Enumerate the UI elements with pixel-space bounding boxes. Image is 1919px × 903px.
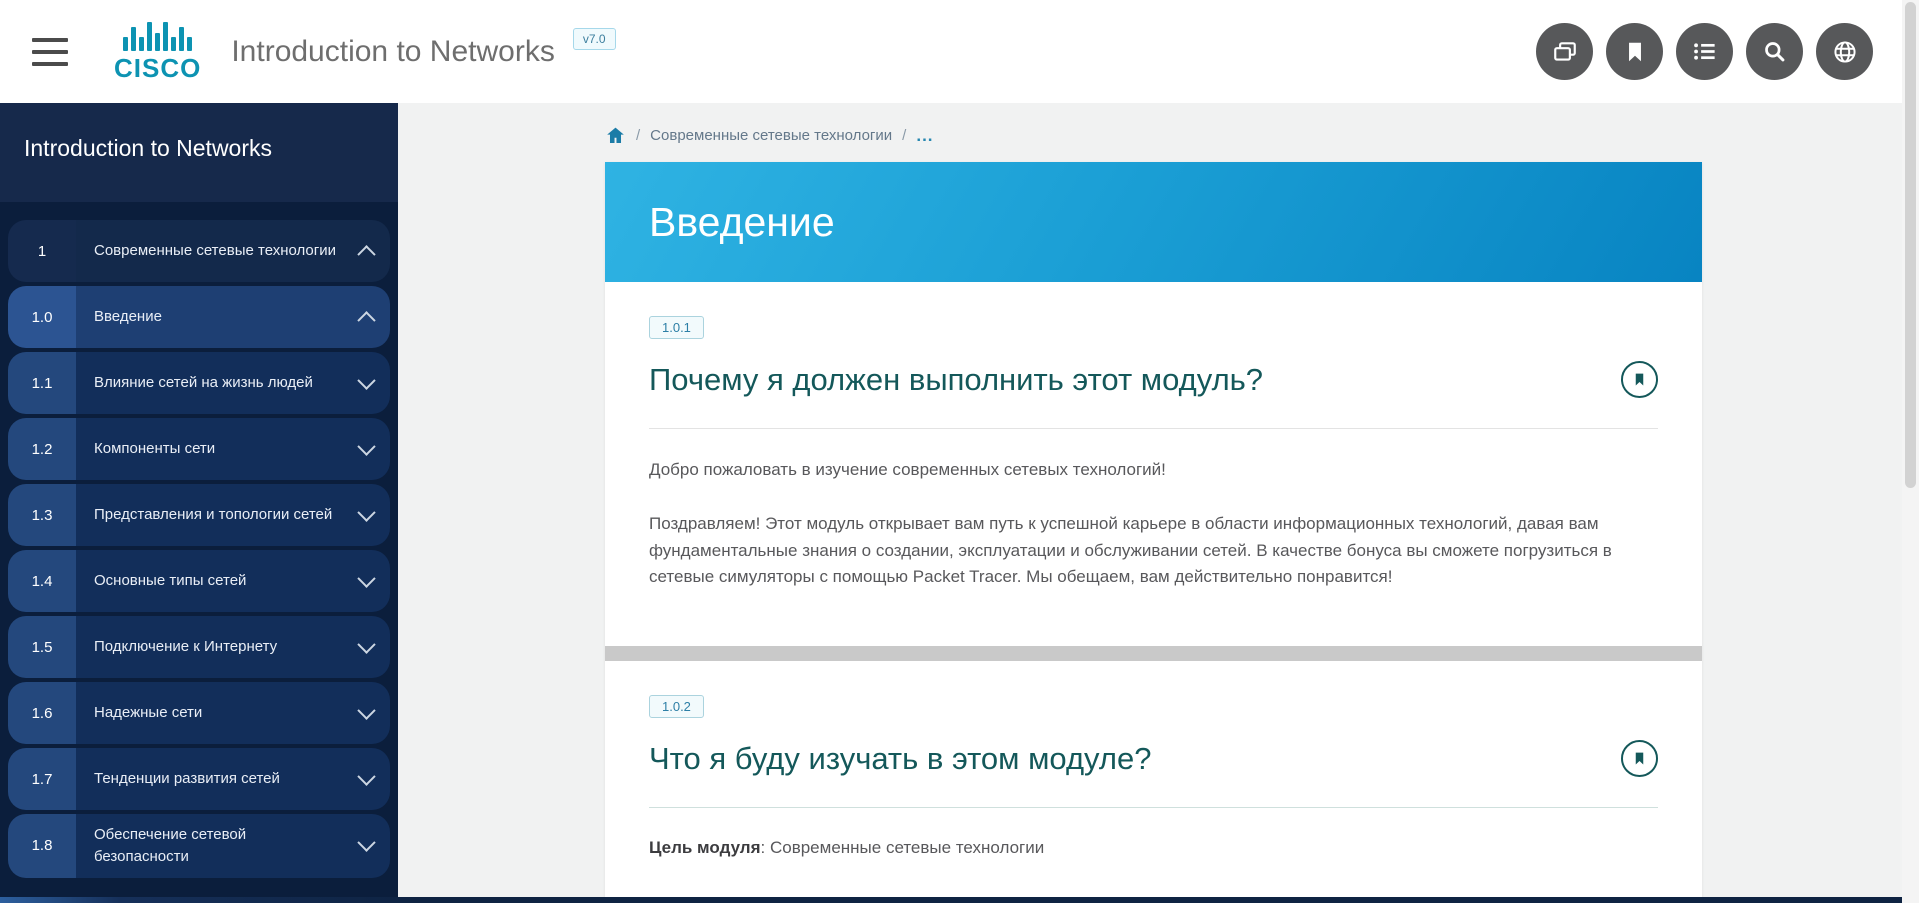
sidebar-item-1-8[interactable]: 1.8 Обеспечение сетевой безопасности [8,814,390,878]
chevron-up-icon [342,286,390,348]
sidebar-course-title: Introduction to Networks [24,135,374,162]
topic-section-1-0-2: 1.0.2 Что я буду изучать в этом модуле? … [605,661,1702,903]
chevron-down-icon [342,748,390,810]
page-scrollbar[interactable] [1902,0,1919,903]
cisco-logo-text: CISCO [114,53,201,84]
app-header: CISCO Introduction to Networks v7.0 [0,0,1919,103]
sidebar-item-1-1[interactable]: 1.1 Влияние сетей на жизнь людей [8,352,390,414]
item-label: Основные типы сетей [76,550,342,612]
sidebar-item-1-5[interactable]: 1.5 Подключение к Интернету [8,616,390,678]
chevron-down-icon [342,352,390,414]
chevron-down-icon [342,814,390,878]
scrollbar-thumb[interactable] [1905,2,1916,488]
module-goal-text: : Современные сетевые технологии [761,838,1045,857]
item-number: 1.6 [8,682,76,744]
sidebar-nav-list: 1 Современные сетевые технологии 1.0 Вве… [0,202,398,878]
chevron-down-icon [342,418,390,480]
breadcrumb-ellipsis[interactable]: ... [916,126,933,146]
item-label: Компоненты сети [76,418,342,480]
item-number: 1.1 [8,352,76,414]
topic-badge: 1.0.1 [649,316,704,339]
breadcrumb-separator: / [636,127,640,144]
section-banner: Введение [605,162,1702,282]
banner-title: Введение [605,199,835,246]
version-badge: v7.0 [573,28,616,50]
globe-icon[interactable] [1816,23,1873,80]
chevron-down-icon [342,550,390,612]
course-sidebar: Introduction to Networks 1 Современные с… [0,103,398,897]
sidebar-item-1-4[interactable]: 1.4 Основные типы сетей [8,550,390,612]
sidebar-item-1-6[interactable]: 1.6 Надежные сети [8,682,390,744]
sidebar-item-1-3[interactable]: 1.3 Представления и топологии сетей [8,484,390,546]
bookmark-topic-button[interactable] [1621,740,1658,777]
item-label: Современные сетевые технологии [76,220,342,282]
module-goal-line: Цель модуля: Современные сетевые техноло… [649,838,1658,858]
sidebar-item-module-1[interactable]: 1 Современные сетевые технологии [8,220,390,282]
breadcrumb-separator: / [902,127,906,144]
sidebar-item-1-0[interactable]: 1.0 Введение [8,286,390,348]
footer-top-edge [0,897,1919,903]
item-number: 1.8 [8,814,76,878]
topic-paragraph: Поздравляем! Этот модуль открывает вам п… [649,511,1658,590]
module-goal-label: Цель модуля [649,838,761,857]
home-icon[interactable] [605,125,626,146]
topic-badge: 1.0.2 [649,695,704,718]
pages-icon[interactable] [1536,23,1593,80]
item-label: Надежные сети [76,682,342,744]
item-number: 1.7 [8,748,76,810]
chevron-down-icon [342,484,390,546]
sidebar-header: Introduction to Networks [0,103,398,202]
section-divider [605,646,1702,661]
item-number: 1.2 [8,418,76,480]
topic-title: Что я буду изучать в этом модуле? [649,741,1151,777]
sidebar-item-1-7[interactable]: 1.7 Тенденции развития сетей [8,748,390,810]
bookmark-icon[interactable] [1606,23,1663,80]
topic-paragraph: Добро пожаловать в изучение современных … [649,457,1658,483]
main-content: / Современные сетевые технологии / ... В… [398,103,1902,903]
sidebar-item-1-2[interactable]: 1.2 Компоненты сети [8,418,390,480]
course-title: Introduction to Networks [231,35,554,69]
chevron-down-icon [342,682,390,744]
item-number: 1.5 [8,616,76,678]
item-label: Введение [76,286,342,348]
chevron-down-icon [342,616,390,678]
breadcrumb: / Современные сетевые технологии / ... [398,103,1902,146]
hamburger-menu-icon[interactable] [32,38,68,66]
item-number: 1 [8,220,76,282]
item-label: Подключение к Интернету [76,616,342,678]
item-number: 1.0 [8,286,76,348]
item-number: 1.3 [8,484,76,546]
topic-title: Почему я должен выполнить этот модуль? [649,362,1263,398]
cisco-logo-bars-icon [123,20,192,51]
chevron-up-icon [342,220,390,282]
topic-section-1-0-1: 1.0.1 Почему я должен выполнить этот мод… [605,282,1702,646]
cisco-logo: CISCO [114,20,201,84]
breadcrumb-module-link[interactable]: Современные сетевые технологии [650,127,892,144]
list-icon[interactable] [1676,23,1733,80]
item-label: Обеспечение сетевой безопасности [76,814,342,878]
item-label: Тенденции развития сетей [76,748,342,810]
search-icon[interactable] [1746,23,1803,80]
bookmark-topic-button[interactable] [1621,361,1658,398]
lesson-card: Введение 1.0.1 Почему я должен выполнить… [605,162,1702,903]
item-number: 1.4 [8,550,76,612]
item-label: Представления и топологии сетей [76,484,342,546]
header-icon-cluster [1536,23,1873,80]
item-label: Влияние сетей на жизнь людей [76,352,342,414]
